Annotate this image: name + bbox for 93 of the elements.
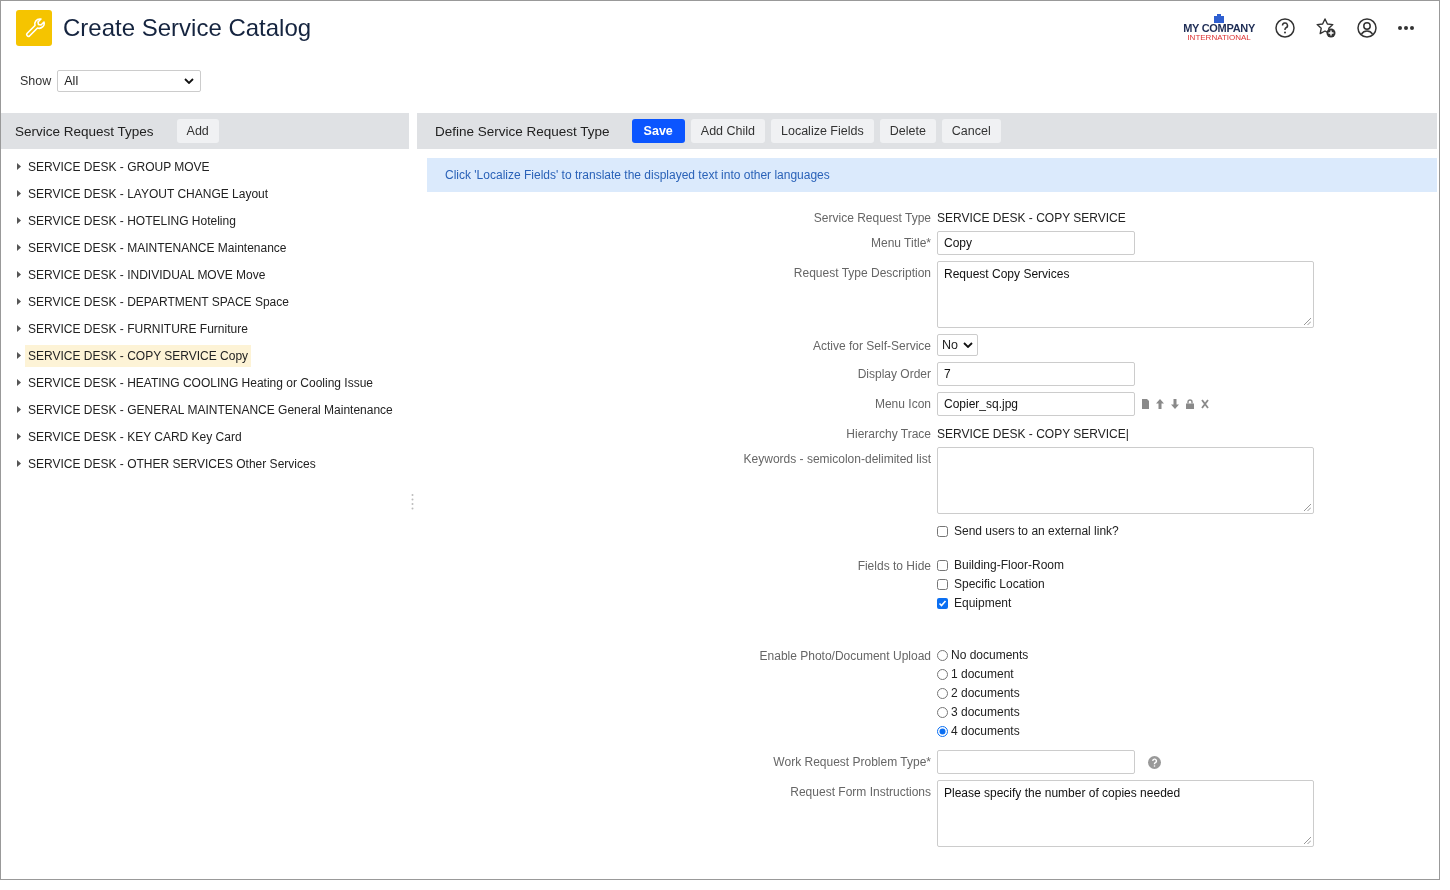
field-label: Menu Icon xyxy=(874,397,931,411)
field-label: Hierarchy Trace xyxy=(846,427,931,441)
expand-arrow-icon[interactable] xyxy=(17,325,21,332)
expand-arrow-icon[interactable] xyxy=(17,352,21,359)
toolbar-button[interactable]: Add Child xyxy=(690,119,765,143)
field-label: Fields to Hide xyxy=(857,559,931,573)
input-field[interactable]: Copier_sq.jpg xyxy=(937,392,1135,416)
tree-item[interactable]: SERVICE DESK - INDIVIDUAL MOVE Move xyxy=(25,263,269,286)
tree-item[interactable]: SERVICE DESK - GROUP MOVE xyxy=(25,155,213,178)
more-icon[interactable] xyxy=(1397,25,1415,31)
toolbar-button[interactable]: Localize Fields xyxy=(771,119,874,143)
field-label: Menu Title* xyxy=(870,236,931,250)
field-value: SERVICE DESK - COPY SERVICE xyxy=(937,210,1126,225)
tree-item[interactable]: SERVICE DESK - COPY SERVICE Copy xyxy=(25,344,252,367)
text-area[interactable]: Request Copy Services xyxy=(937,261,1314,328)
radio-button[interactable] xyxy=(937,706,948,718)
expand-arrow-icon[interactable] xyxy=(17,406,21,413)
expand-arrow-icon[interactable] xyxy=(17,190,21,197)
option-label: Building-Floor-Room xyxy=(954,558,1065,572)
field-label: Request Form Instructions xyxy=(790,785,931,799)
expand-arrow-icon[interactable] xyxy=(17,271,21,278)
resize-grip-icon xyxy=(1304,504,1311,511)
close-icon[interactable] xyxy=(1201,399,1209,409)
input-field[interactable] xyxy=(937,750,1135,774)
option-label: Specific Location xyxy=(954,577,1045,591)
checkbox[interactable] xyxy=(937,578,948,590)
field-label: Request Type Description xyxy=(793,266,931,280)
page-title: Create Service Catalog xyxy=(63,14,312,42)
logo-name: MY COMPANY xyxy=(1183,23,1255,34)
option-label: Send users to an external link? xyxy=(954,524,1119,538)
expand-arrow-icon[interactable] xyxy=(17,460,21,467)
save-button[interactable]: Save xyxy=(631,119,685,143)
expand-arrow-icon[interactable] xyxy=(17,217,21,224)
checkbox[interactable] xyxy=(937,559,948,571)
field-label: Display Order xyxy=(857,367,931,381)
chevron-down-icon xyxy=(963,342,973,348)
resize-grip-icon xyxy=(1304,318,1311,325)
building-icon xyxy=(1213,14,1226,23)
checkbox[interactable] xyxy=(937,525,948,537)
input-field[interactable]: 7 xyxy=(937,362,1135,386)
lock-icon[interactable] xyxy=(1186,399,1194,409)
tree-item[interactable]: SERVICE DESK - KEY CARD Key Card xyxy=(25,425,245,448)
tree-item[interactable]: SERVICE DESK - FURNITURE Furniture xyxy=(25,317,251,340)
logo-tagline: INTERNATIONAL xyxy=(1187,34,1251,42)
field-label: Enable Photo/Document Upload xyxy=(759,649,931,663)
checkbox[interactable] xyxy=(937,597,948,609)
option-label: Equipment xyxy=(954,596,1012,610)
resize-grip-icon xyxy=(1304,837,1311,844)
info-banner: Click 'Localize Fields' to translate the displayed text into other languages xyxy=(427,158,1437,192)
tree-item[interactable]: SERVICE DESK - GENERAL MAINTENANCE General Maintenance xyxy=(25,398,396,421)
expand-arrow-icon[interactable] xyxy=(17,163,21,170)
option-label: No documents xyxy=(951,648,1029,662)
radio-button[interactable] xyxy=(937,649,948,661)
user-icon[interactable] xyxy=(1356,17,1378,39)
arrow-up-icon[interactable] xyxy=(1156,399,1164,409)
arrow-down-icon[interactable] xyxy=(1171,399,1179,409)
option-label: 4 documents xyxy=(951,724,1020,738)
expand-arrow-icon[interactable] xyxy=(17,298,21,305)
star-plus-icon[interactable] xyxy=(1315,17,1337,39)
expand-arrow-icon[interactable] xyxy=(17,433,21,440)
tree-item[interactable]: SERVICE DESK - OTHER SERVICES Other Services xyxy=(25,452,319,475)
option-label: 2 documents xyxy=(951,686,1020,700)
text-area[interactable]: Please specify the number of copies needed xyxy=(937,780,1314,847)
show-label: Show xyxy=(20,74,52,88)
radio-button[interactable] xyxy=(937,668,948,680)
panel-title: Define Service Request Type xyxy=(435,123,610,139)
input-field[interactable]: Copy xyxy=(937,231,1135,255)
help-icon[interactable] xyxy=(1274,17,1296,39)
tree-item[interactable]: SERVICE DESK - DEPARTMENT SPACE Space xyxy=(25,290,292,313)
chevron-down-icon xyxy=(184,78,195,84)
field-label: Service Request Type xyxy=(813,211,931,225)
wrench-icon xyxy=(16,10,52,46)
tree-item[interactable]: SERVICE DESK - HEATING COOLING Heating or Cooling Issue xyxy=(25,371,376,394)
tree-item[interactable]: SERVICE DESK - LAYOUT CHANGE Layout xyxy=(25,182,272,205)
option-label: 1 document xyxy=(951,667,1014,681)
panel-title: Service Request Types xyxy=(15,123,154,139)
tree-item[interactable]: SERVICE DESK - HOTELING Hoteling xyxy=(25,209,239,232)
toolbar-button[interactable]: Cancel xyxy=(941,119,1001,143)
field-value: SERVICE DESK - COPY SERVICE| xyxy=(937,426,1129,441)
add-button[interactable]: Add xyxy=(176,119,219,143)
radio-button[interactable] xyxy=(937,725,948,737)
field-label: Work Request Problem Type* xyxy=(773,755,931,769)
show-select[interactable]: All xyxy=(57,70,202,92)
expand-arrow-icon[interactable] xyxy=(17,244,21,251)
radio-button[interactable] xyxy=(937,687,948,699)
field-label: Active for Self-Service xyxy=(812,339,931,353)
option-label: 3 documents xyxy=(951,705,1020,719)
tree-item[interactable]: SERVICE DESK - MAINTENANCE Maintenance xyxy=(25,236,290,259)
expand-arrow-icon[interactable] xyxy=(17,379,21,386)
toolbar-button[interactable]: Delete xyxy=(879,119,936,143)
dropdown[interactable]: No xyxy=(937,334,978,356)
resize-handle-icon[interactable] xyxy=(411,493,414,511)
field-label: Keywords - semicolon-delimited list xyxy=(743,452,931,466)
